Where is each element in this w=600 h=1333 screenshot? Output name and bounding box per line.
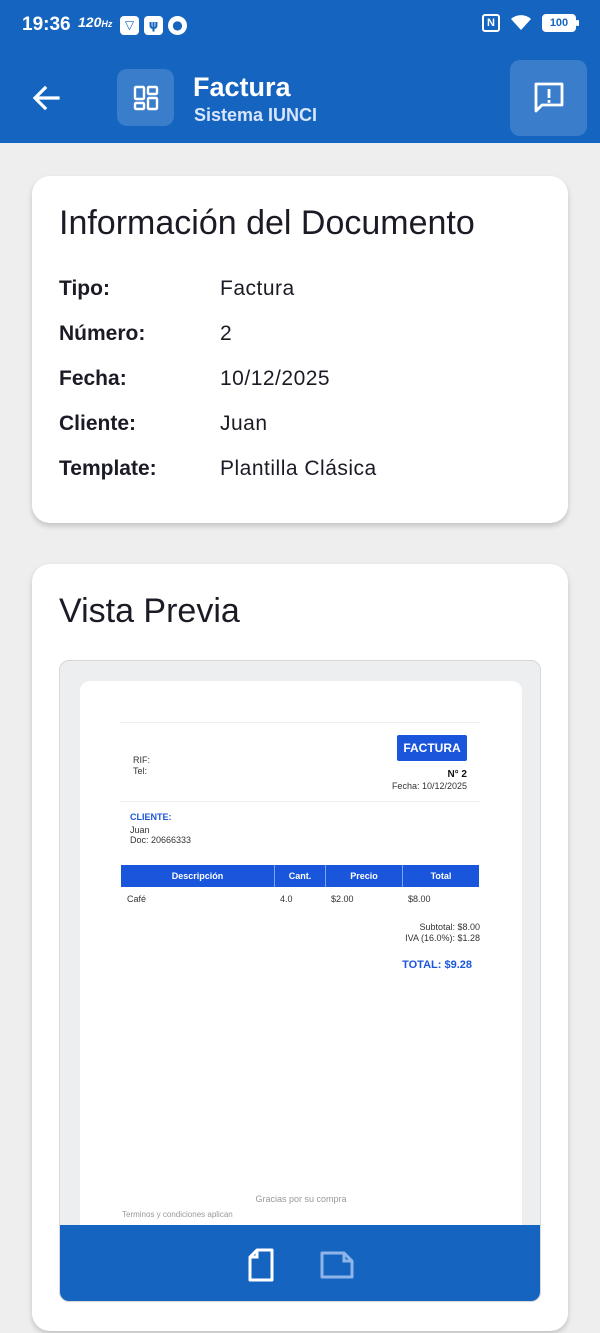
document-landscape-icon [320,1251,354,1279]
landscape-view-button[interactable] [320,1247,354,1283]
rif-label: RIF: [133,755,150,765]
back-button[interactable] [26,78,66,118]
info-row-template: Template: Plantilla Clásica [59,457,539,487]
status-indicators: N 100 [482,14,579,32]
invoice-tax: IVA (16.0%): $1.28 [405,933,480,943]
info-label: Cliente: [59,412,137,435]
app-header: 19:36 120Hz ▽ ψ ● N 100 Factura Sistema … [0,0,600,143]
table-cell: 4.0 [280,894,293,904]
info-row-number: Número: 2 [59,322,539,352]
invoice-thanks: Gracias por su compra [255,1194,347,1204]
status-time: 19:36 [22,14,71,35]
table-header-cell: Cant. [274,865,325,887]
info-row-type: Tipo: Factura [59,277,539,307]
arrow-left-icon [32,85,60,111]
invoice-date: Fecha: 10/12/2025 [391,781,467,791]
invoice-subtotal: Subtotal: $8.00 [419,922,480,932]
table-cell: Café [127,894,147,904]
preview-toolbar [60,1225,540,1301]
client-label: CLIENTE: [130,812,172,822]
preview-card: Vista Previa RIF: Tel: FACTURA N° 2 Fech… [32,564,568,1331]
usb-app-icon: ψ [144,16,163,35]
info-label: Fecha: [59,367,127,390]
portrait-view-button[interactable] [244,1247,278,1283]
document-info-card: Información del Documento Tipo: Factura … [32,176,568,523]
dashboard-icon [133,85,158,110]
invoice-header: RIF: Tel: FACTURA N° 2 Fecha: 10/12/2025 [120,722,480,802]
info-label: Template: [59,457,157,480]
nfc-icon: N [482,14,500,32]
ball-app-icon: ● [168,16,187,35]
status-bar: 19:36 120Hz ▽ ψ ● N 100 [0,0,600,52]
table-header-cell: Descripción [121,865,274,887]
wifi-icon [511,15,531,30]
table-header-cell: Precio [325,865,402,887]
table-header-cell: Total [402,865,479,887]
feedback-button[interactable] [510,60,587,136]
invoice-page: RIF: Tel: FACTURA N° 2 Fecha: 10/12/2025… [80,681,522,1261]
client-name: Juan [130,825,150,835]
info-row-client: Cliente: Juan [59,412,539,442]
page-subtitle: Sistema IUNCI [194,105,318,125]
info-value: 10/12/2025 [220,367,331,390]
info-card-title: Información del Documento [59,204,475,242]
table-cell: $2.00 [331,894,354,904]
battery-icon: 100 [542,14,579,32]
info-value: 2 [220,322,233,345]
invoice-number: N° 2 [447,769,467,780]
preview-card-title: Vista Previa [59,592,240,630]
refresh-rate: 120Hz [78,14,113,30]
info-value: Plantilla Clásica [220,457,377,480]
tel-label: Tel: [133,766,148,776]
feedback-icon [534,82,563,113]
invoice-preview[interactable]: RIF: Tel: FACTURA N° 2 Fecha: 10/12/2025… [59,660,541,1302]
info-row-date: Fecha: 10/12/2025 [59,367,539,397]
app-logo [117,69,174,126]
vpn-app-icon: ▽ [120,16,139,35]
info-label: Número: [59,322,146,345]
invoice-total: TOTAL: $9.28 [402,959,472,971]
page-title: Factura [193,72,291,102]
client-doc: Doc: 20666333 [130,835,192,845]
document-icon [248,1248,274,1282]
invoice-type-badge: FACTURA [397,735,467,761]
table-cell: $8.00 [408,894,431,904]
info-value: Juan [220,412,268,435]
info-label: Tipo: [59,277,110,300]
invoice-terms: Terminos y condiciones aplican [122,1210,233,1219]
info-value: Factura [220,277,295,300]
